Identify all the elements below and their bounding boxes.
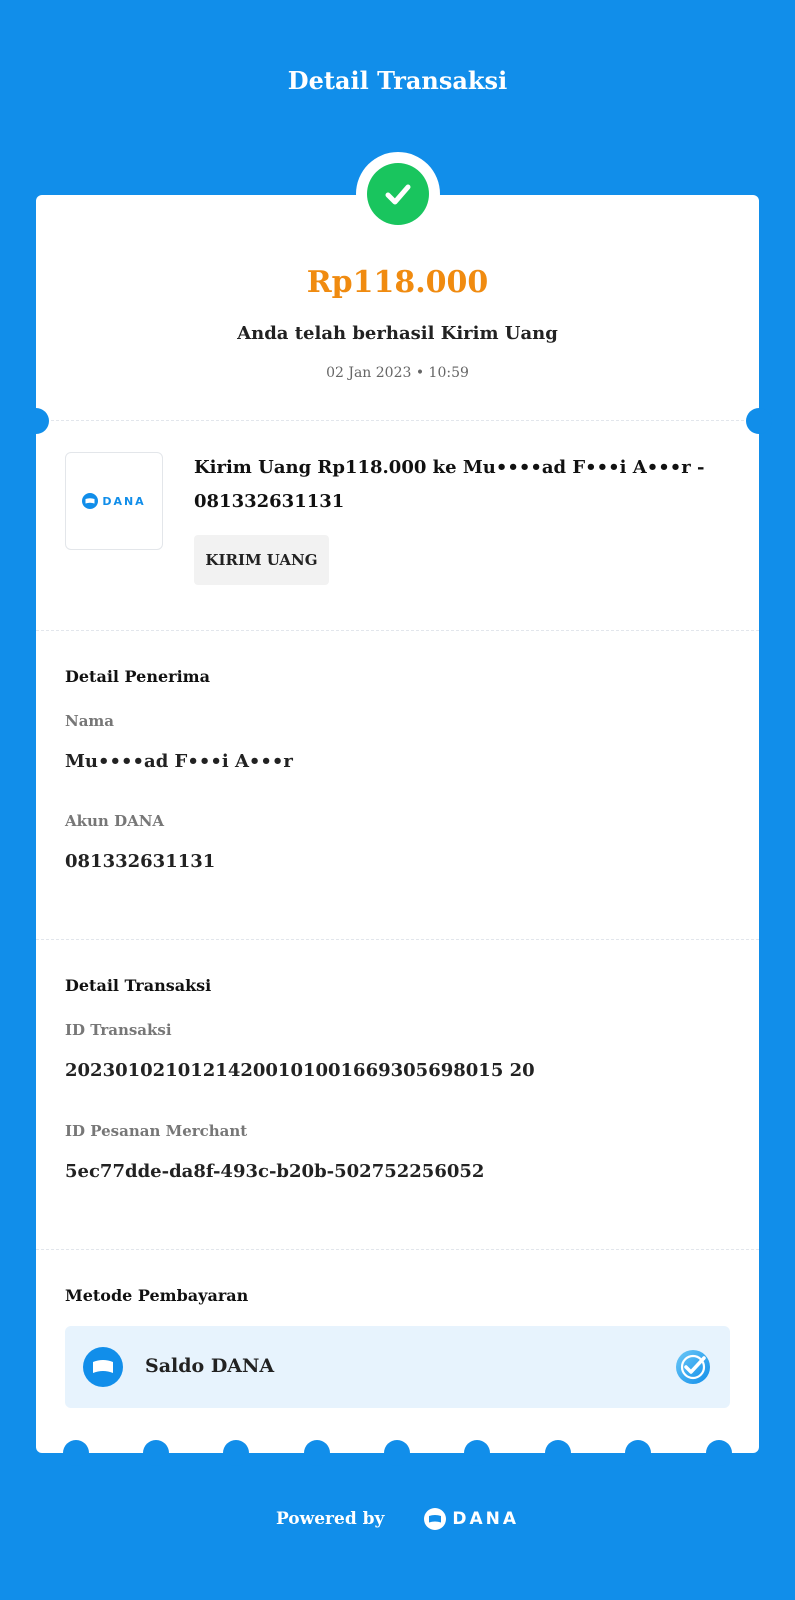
transaction-amount: Rp118.000 bbox=[306, 265, 489, 300]
recipient-name-value: Mu••••ad F•••i A•••r bbox=[65, 751, 293, 772]
ticket-perforation bbox=[63, 1440, 89, 1466]
transaction-type-badge: KIRIM UANG bbox=[194, 535, 329, 585]
dana-brand: DANA bbox=[424, 1508, 519, 1530]
payment-section-title: Metode Pembayaran bbox=[65, 1286, 249, 1305]
recipient-name-label: Nama bbox=[65, 712, 115, 730]
transaction-datetime: 02 Jan 2023 • 10:59 bbox=[326, 365, 469, 381]
check-icon bbox=[367, 163, 429, 225]
dana-logo-icon bbox=[424, 1508, 447, 1530]
dana-wordmark: DANA bbox=[452, 1509, 520, 1529]
page-header-title: Detail Transaksi bbox=[287, 66, 508, 95]
dana-logo-icon bbox=[82, 493, 99, 509]
ticket-perforation bbox=[545, 1440, 571, 1466]
ticket-notch bbox=[23, 408, 49, 434]
divider bbox=[36, 1249, 759, 1250]
merchant-order-id-label: ID Pesanan Merchant bbox=[65, 1122, 248, 1140]
footer: Powered by DANA bbox=[0, 1508, 795, 1530]
success-message: Anda telah berhasil Kirim Uang bbox=[237, 323, 558, 344]
ticket-perforation bbox=[223, 1440, 249, 1466]
divider bbox=[36, 630, 759, 631]
ticket-perforation bbox=[143, 1440, 169, 1466]
payment-method-option[interactable]: Saldo DANA bbox=[65, 1326, 730, 1408]
success-badge bbox=[356, 152, 440, 236]
transaction-id-label: ID Transaksi bbox=[65, 1021, 172, 1039]
transaction-id-value[interactable]: 20230102101214200101001669305698015 20 bbox=[65, 1060, 535, 1081]
selected-check-icon bbox=[676, 1350, 710, 1384]
recipient-account-label: Akun DANA bbox=[65, 812, 165, 830]
divider bbox=[36, 420, 759, 421]
ticket-perforation bbox=[625, 1440, 651, 1466]
ticket-perforation bbox=[304, 1440, 330, 1466]
wallet-icon bbox=[83, 1347, 123, 1387]
ticket-perforation bbox=[384, 1440, 410, 1466]
merchant-logo: DANA bbox=[65, 452, 163, 550]
recipient-section-title: Detail Penerima bbox=[65, 667, 210, 686]
ticket-notch bbox=[746, 408, 772, 434]
powered-by-label: Powered by bbox=[275, 1509, 385, 1529]
merchant-logo-text: DANA bbox=[102, 494, 146, 508]
recipient-account-value: 081332631131 bbox=[65, 851, 216, 872]
transaction-section-title: Detail Transaksi bbox=[65, 976, 212, 995]
ticket-perforation bbox=[464, 1440, 490, 1466]
receipt-card: Rp118.000 Anda telah berhasil Kirim Uang… bbox=[36, 195, 759, 1453]
ticket-perforation bbox=[706, 1440, 732, 1466]
payment-method-name: Saldo DANA bbox=[145, 1355, 275, 1377]
transaction-description: Kirim Uang Rp118.000 ke Mu••••ad F•••i A… bbox=[194, 457, 705, 512]
merchant-order-id-value[interactable]: 5ec77dde-da8f-493c-b20b-502752256052 bbox=[65, 1161, 484, 1182]
divider bbox=[36, 939, 759, 940]
